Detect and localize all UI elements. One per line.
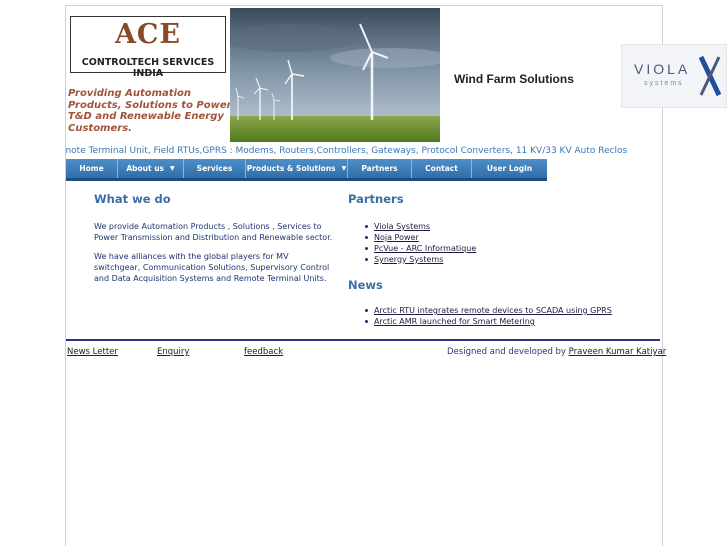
- nav-services[interactable]: Services: [184, 159, 246, 178]
- news-link[interactable]: Arctic RTU integrates remote devices to …: [348, 305, 612, 316]
- nav-partners[interactable]: Partners: [348, 159, 412, 178]
- nav-contact[interactable]: Contact: [412, 159, 472, 178]
- partners-list: Viola Systems Noja Power PcVue - ARC Inf…: [348, 221, 612, 265]
- what-we-do-heading: What we do: [94, 192, 171, 206]
- partners-heading: Partners: [348, 192, 404, 206]
- footer-news-letter-link[interactable]: News Letter: [67, 347, 118, 357]
- footer-credit: Designed and developed by Praveen Kumar …: [447, 347, 667, 357]
- footer-enquiry-link[interactable]: Enquiry: [157, 347, 189, 357]
- what-we-do-text-2: We have alliances with the global player…: [94, 252, 330, 283]
- viola-systems-logo[interactable]: VIOLA systems: [621, 44, 727, 108]
- company-logo[interactable]: ACE CONTROLTECH SERVICES INDIA: [70, 16, 226, 79]
- footer-divider: [66, 339, 660, 341]
- viola-logo-sub: systems: [644, 80, 684, 87]
- what-we-do-section: What we do We provide Automation Product…: [94, 192, 332, 284]
- news-list: Arctic RTU integrates remote devices to …: [348, 305, 612, 327]
- nav-user-login[interactable]: User Login: [472, 159, 547, 178]
- tagline: Providing Automation Products, Solutions…: [68, 88, 232, 134]
- services-marquee: ADA Solutions, Remote Terminal Unit, Fie…: [66, 146, 660, 159]
- viola-x-icon: [699, 55, 721, 97]
- main-nav: Home About us ▼ Services Products & Solut…: [66, 159, 547, 181]
- nav-products-solutions[interactable]: Products & Solutions ▼: [246, 159, 348, 178]
- developer-link[interactable]: Praveen Kumar Katiyar: [569, 347, 667, 357]
- dropdown-arrow-icon: ▼: [170, 165, 175, 172]
- partner-link[interactable]: PcVue - ARC Informatique: [348, 243, 612, 254]
- logo-subtitle: CONTROLTECH SERVICES INDIA: [81, 57, 215, 79]
- partner-link[interactable]: Noja Power: [348, 232, 612, 243]
- banner-title: Wind Farm Solutions: [454, 72, 574, 86]
- partner-link[interactable]: Synergy Systems: [348, 254, 612, 265]
- nav-home[interactable]: Home: [66, 159, 118, 178]
- partners-news-section: Partners Viola Systems Noja Power PcVue …: [348, 192, 612, 327]
- footer-feedback-link[interactable]: feedback: [244, 347, 283, 357]
- logo-name: ACE: [114, 19, 182, 50]
- viola-logo-text: VIOLA: [634, 61, 691, 77]
- banner-title-panel: Wind Farm Solutions: [440, 8, 618, 142]
- news-link[interactable]: Arctic AMR launched for Smart Metering: [348, 316, 612, 327]
- wind-farm-banner: [230, 8, 440, 142]
- nav-about-us[interactable]: About us ▼: [118, 159, 184, 178]
- what-we-do-text-1: We provide Automation Products , Solutio…: [94, 222, 333, 242]
- marquee-text: ADA Solutions, Remote Terminal Unit, Fie…: [66, 146, 628, 156]
- partner-link[interactable]: Viola Systems: [348, 221, 612, 232]
- dropdown-arrow-icon: ▼: [341, 165, 347, 172]
- news-heading: News: [348, 278, 383, 292]
